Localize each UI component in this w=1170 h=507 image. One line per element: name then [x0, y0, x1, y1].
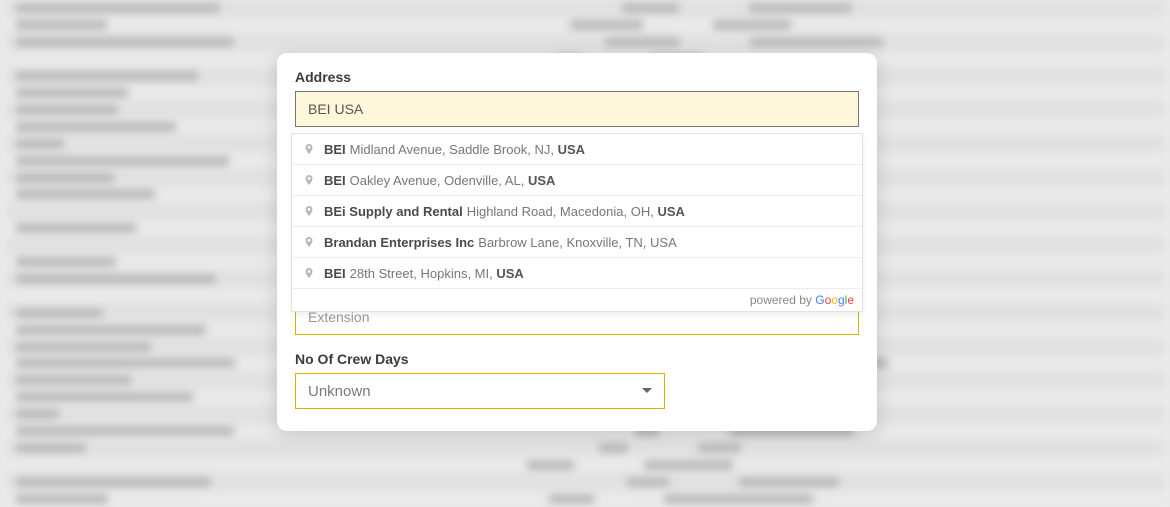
powered-by-google: powered by Google [292, 289, 862, 311]
crew-days-select[interactable]: Unknown [295, 373, 665, 409]
suggestion-main: Brandan Enterprises Inc [324, 235, 474, 250]
crew-days-label: No Of Crew Days [295, 351, 859, 367]
crew-days-field-group: No Of Crew Days Unknown [295, 351, 859, 409]
autocomplete-suggestion[interactable]: Brandan Enterprises Inc Barbrow Lane, Kn… [292, 227, 862, 258]
suggestion-secondary: Midland Avenue, Saddle Brook, NJ, USA [350, 142, 585, 157]
map-pin-icon [302, 142, 316, 156]
map-pin-icon [302, 204, 316, 218]
map-pin-icon [302, 266, 316, 280]
suggestion-secondary: Barbrow Lane, Knoxville, TN, USA [478, 235, 676, 250]
autocomplete-suggestion[interactable]: BEI Midland Avenue, Saddle Brook, NJ, US… [292, 134, 862, 165]
google-logo: Google [815, 293, 854, 307]
suggestion-main: BEi Supply and Rental [324, 204, 463, 219]
crew-days-selected-value: Unknown [308, 383, 371, 400]
suggestion-main: BEI [324, 173, 346, 188]
address-label: Address [295, 69, 859, 85]
address-form-card: Address Extension No Of Crew Days Unknow… [277, 53, 877, 431]
map-pin-icon [302, 173, 316, 187]
address-autocomplete-dropdown: BEI Midland Avenue, Saddle Brook, NJ, US… [291, 133, 863, 312]
suggestion-secondary: Oakley Avenue, Odenville, AL, USA [350, 173, 556, 188]
suggestion-secondary: 28th Street, Hopkins, MI, USA [350, 266, 524, 281]
suggestion-main: BEI [324, 142, 346, 157]
suggestion-main: BEI [324, 266, 346, 281]
address-input[interactable] [295, 91, 859, 127]
map-pin-icon [302, 235, 316, 249]
suggestion-secondary: Highland Road, Macedonia, OH, USA [467, 204, 685, 219]
autocomplete-suggestion[interactable]: BEI 28th Street, Hopkins, MI, USA [292, 258, 862, 289]
autocomplete-suggestion[interactable]: BEI Oakley Avenue, Odenville, AL, USA [292, 165, 862, 196]
autocomplete-suggestion[interactable]: BEi Supply and Rental Highland Road, Mac… [292, 196, 862, 227]
address-field-group: Address [295, 69, 859, 127]
chevron-down-icon [638, 382, 656, 400]
